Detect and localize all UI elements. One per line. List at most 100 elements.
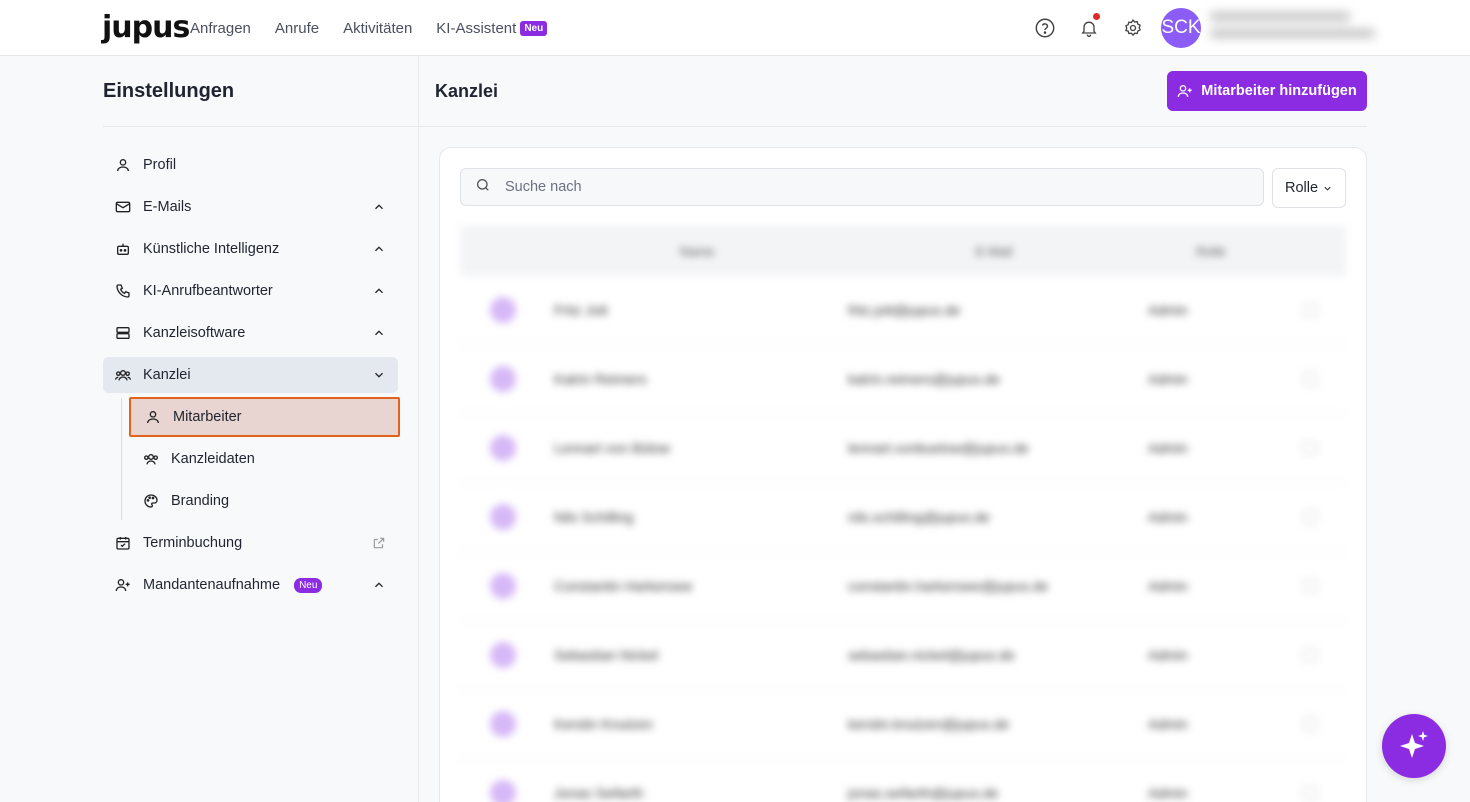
sidebar-item-ki-anrufbeantworter[interactable]: KI-Anrufbeantworter [103, 273, 398, 309]
sidebar-item-label: KI-Anrufbeantworter [143, 283, 273, 299]
search-icon [475, 177, 491, 198]
user-icon [145, 409, 161, 425]
avatar [490, 642, 516, 668]
employee-role: Admin [1148, 578, 1188, 594]
employee-name: Sebastian Nickel [554, 647, 659, 663]
row-action-icon[interactable] [1303, 579, 1317, 593]
sidebar-subitem-mitarbeiter[interactable]: Mitarbeiter [129, 397, 400, 437]
nav-ki-assistent-label: KI-Assistent [436, 19, 517, 37]
avatar [490, 504, 516, 530]
main-nav: Anfragen Anrufe Aktivitäten KI-Assistent… [190, 0, 571, 56]
nav-ki-assistent[interactable]: KI-Assistent Neu [436, 19, 548, 37]
table-row[interactable]: Constantin Harkensee constantin.harkensee… [460, 552, 1346, 621]
sidebar-item-emails[interactable]: E-Mails [103, 189, 398, 225]
employee-name: Jonas Seifarth [554, 785, 644, 801]
nav-aktivitaeten[interactable]: Aktivitäten [343, 20, 412, 37]
sidebar-item-mandantenaufnahme[interactable]: Mandantenaufnahme Neu [103, 567, 398, 603]
user-plus-icon [115, 577, 131, 593]
avatar[interactable]: SCK [1161, 8, 1201, 48]
role-filter-label: Rolle [1284, 180, 1319, 196]
nav-anrufe[interactable]: Anrufe [275, 20, 319, 37]
chevron-up-icon [375, 246, 383, 252]
chevron-down-icon [1324, 186, 1331, 191]
chevron-up-icon [375, 204, 383, 210]
table-row[interactable]: Kerstin Knutzen kerstin.knutzen@jupus.de A… [460, 690, 1346, 759]
row-action-icon[interactable] [1303, 648, 1317, 662]
row-action-icon[interactable] [1303, 441, 1317, 455]
bell-icon[interactable] [1078, 13, 1100, 39]
sidebar-item-label: E-Mails [143, 199, 192, 215]
avatar [490, 435, 516, 461]
avatar [490, 711, 516, 737]
sidebar-item-kanzleisoftware[interactable]: Kanzleisoftware [103, 315, 398, 351]
logo[interactable]: jupus [102, 10, 190, 45]
search-field[interactable] [460, 168, 1264, 206]
ai-assistant-button[interactable] [1382, 714, 1446, 778]
add-employee-button[interactable]: Mitarbeiter hinzufügen [1167, 71, 1367, 111]
employee-name: Constantin Harkensee [554, 578, 693, 594]
employee-name: Nils Schilling [554, 509, 634, 525]
calendar-check-icon [115, 535, 131, 551]
table-row[interactable]: Jonas Seifarth jonas.seifarth@jupus.de Adm… [460, 759, 1346, 802]
notification-dot [1093, 13, 1100, 20]
palette-icon [143, 493, 159, 509]
submenu-line [121, 398, 122, 520]
table-row[interactable]: Sebastian Nickel sebastian.nickel@jupus.d… [460, 621, 1346, 690]
settings-title: Einstellungen [103, 80, 235, 102]
employee-email: nils.schilling@jupus.de [848, 509, 990, 525]
user-icon [115, 157, 131, 173]
table-row[interactable]: Nils Schilling nils.schilling@jupus.de Adm… [460, 483, 1346, 552]
column-header-role[interactable]: Rolle [1140, 244, 1274, 259]
bot-icon [115, 241, 131, 257]
column-header-name[interactable]: Name [546, 244, 840, 259]
column-header-email[interactable]: E-Mail [840, 244, 1140, 259]
sidebar-item-kanzlei[interactable]: Kanzlei [103, 357, 398, 393]
employee-email: fritz.jott@jupus.de [848, 302, 961, 318]
avatar [490, 780, 516, 802]
sidebar-subitem-kanzleidaten[interactable]: Kanzleidaten [129, 439, 400, 479]
search-input[interactable] [505, 179, 1205, 195]
table-row[interactable]: Lennart von Bülow lennart.vonbuelow@jupus… [460, 414, 1346, 483]
employee-email: lennart.vonbuelow@jupus.de [848, 440, 1029, 456]
employee-role: Admin [1148, 302, 1188, 318]
employees-table: Name E-Mail Rolle Fritz Jott fritz.jott@j… [460, 226, 1346, 802]
table-row[interactable]: Katrin Reimers katrin.reimers@jupus.de Adm… [460, 345, 1346, 414]
help-icon[interactable] [1034, 17, 1056, 39]
sidebar-item-label: Künstliche Intelligenz [143, 241, 280, 257]
sidebar-item-ki[interactable]: Künstliche Intelligenz [103, 231, 398, 267]
employee-role: Admin [1148, 785, 1188, 801]
sidebar-subitem-label: Mitarbeiter [173, 409, 242, 425]
divider [418, 56, 419, 802]
sidebar-subitem-branding[interactable]: Branding [129, 481, 400, 521]
role-filter-button[interactable]: Rolle [1272, 168, 1346, 208]
row-action-icon[interactable] [1303, 786, 1317, 800]
employee-name: Lennart von Bülow [554, 440, 670, 456]
sidebar-item-label: Mandantenaufnahme [143, 577, 281, 593]
sidebar-item-terminbuchung[interactable]: Terminbuchung [103, 525, 398, 561]
sidebar-subitem-label: Branding [171, 493, 230, 509]
sidebar-item-label: Kanzleisoftware [143, 325, 246, 341]
avatar [490, 297, 516, 323]
server-icon [115, 325, 131, 341]
row-action-icon[interactable] [1303, 303, 1317, 317]
row-action-icon[interactable] [1303, 510, 1317, 524]
users-icon [115, 367, 131, 383]
employee-email: constantin.harkensee@jupus.de [848, 578, 1049, 594]
user-plus-icon [1177, 83, 1193, 99]
sidebar-item-profil[interactable]: Profil [103, 147, 398, 183]
employee-email: kerstin.knutzen@jupus.de [848, 716, 1010, 732]
employee-email: katrin.reimers@jupus.de [848, 371, 1000, 387]
row-action-icon[interactable] [1303, 372, 1317, 386]
divider [103, 126, 418, 127]
sidebar-item-label: Profil [143, 157, 177, 173]
row-action-icon[interactable] [1303, 717, 1317, 731]
employees-card: Rolle Name E-Mail Rolle Fritz Jott fritz.… [439, 147, 1367, 802]
nav-anfragen[interactable]: Anfragen [190, 20, 251, 37]
chevron-up-icon [375, 288, 383, 294]
phone-icon [115, 283, 131, 299]
new-badge: Neu [520, 20, 548, 36]
table-header: Name E-Mail Rolle [460, 226, 1346, 276]
gear-icon[interactable] [1122, 17, 1144, 39]
avatar [490, 366, 516, 392]
table-row[interactable]: Fritz Jott fritz.jott@jupus.de Admin [460, 276, 1346, 345]
